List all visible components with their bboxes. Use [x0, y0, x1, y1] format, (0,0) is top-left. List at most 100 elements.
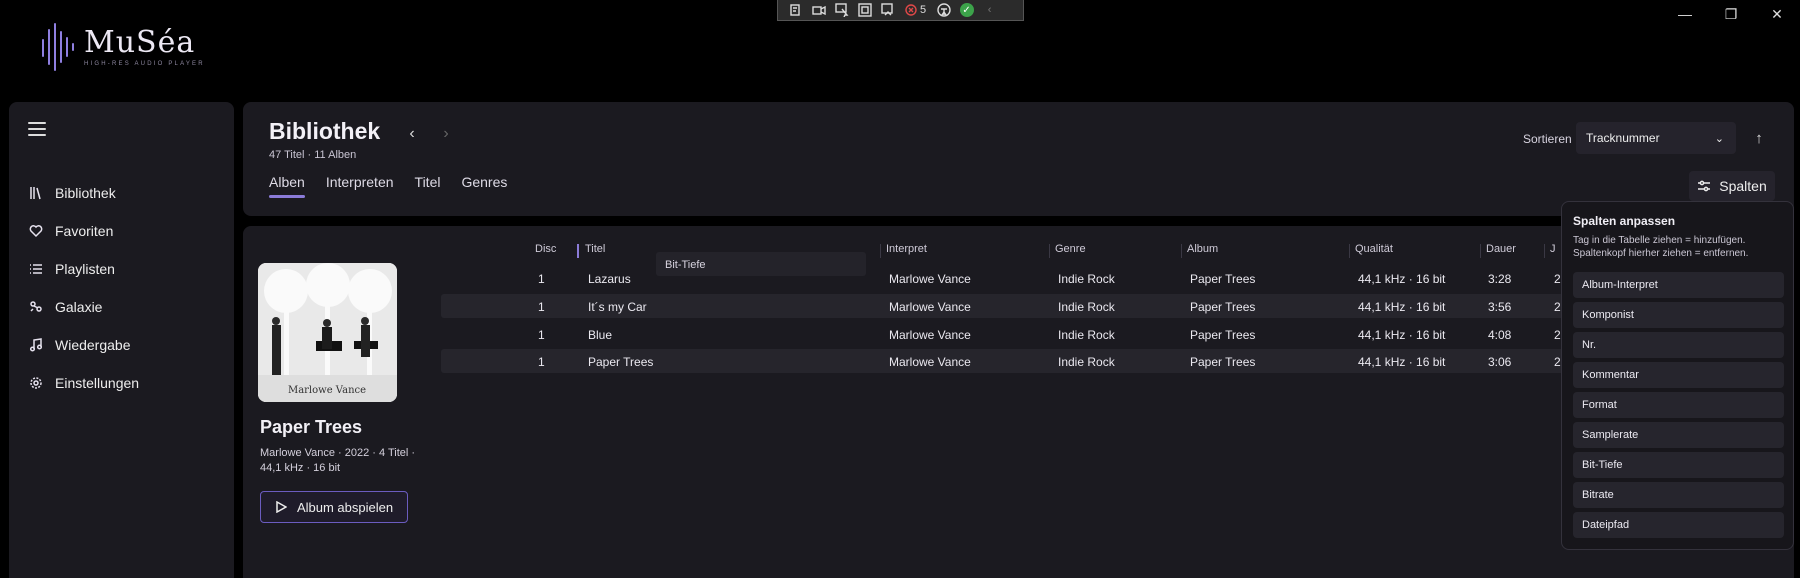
cell-artist: Marlowe Vance [889, 300, 971, 314]
cell-genre: Indie Rock [1058, 355, 1115, 369]
cell-title: Blue [588, 328, 613, 342]
column-chip[interactable]: Komponist [1573, 302, 1784, 328]
column-divider[interactable] [1480, 244, 1481, 258]
column-chip[interactable]: Dateipfad [1573, 512, 1784, 538]
library-tabs: Alben Interpreten Titel Genres [269, 174, 507, 198]
cell-year: 2 [1554, 272, 1561, 286]
live-tree-icon[interactable] [784, 1, 807, 20]
columns-button-label: Spalten [1719, 178, 1767, 194]
sort-dropdown[interactable]: Tracknummer ⌄ [1576, 122, 1736, 154]
flyout-heading: Spalten anpassen [1573, 214, 1676, 228]
accessibility-icon[interactable] [932, 1, 955, 20]
cell-year: 2 [1554, 300, 1561, 314]
column-divider[interactable] [1544, 244, 1545, 258]
video-icon[interactable] [807, 1, 830, 20]
sidebar-item-playlisten[interactable]: Playlisten [9, 250, 234, 288]
sidebar-item-favoriten[interactable]: Favoriten [9, 212, 234, 250]
columns-flyout: Spalten anpassen Tag in die Tabelle zieh… [1561, 201, 1794, 550]
album-cover-art: Marlowe Vance [258, 263, 397, 402]
column-chip[interactable]: Kommentar [1573, 362, 1784, 388]
back-arrow-icon[interactable]: ‹ [402, 124, 422, 144]
forward-arrow-icon[interactable]: › [436, 124, 456, 144]
column-chip[interactable]: Bit-Tiefe [1573, 452, 1784, 478]
list-icon [30, 264, 42, 274]
cell-album: Paper Trees [1190, 355, 1256, 369]
app-logo: MuSéa HIGH-RES AUDIO PLAYER [40, 22, 205, 72]
cell-quality: 44,1 kHz · 16 bit [1358, 272, 1446, 286]
debug-toolbar: 5 ✓ ‹ [777, 0, 1024, 21]
tab-titel[interactable]: Titel [415, 174, 441, 198]
cell-genre: Indie Rock [1058, 300, 1115, 314]
column-header-qualitaet[interactable]: Qualität [1355, 243, 1393, 255]
window-controls: — ❐ ✕ [1662, 0, 1800, 28]
tab-genres[interactable]: Genres [461, 174, 507, 198]
column-divider[interactable] [1049, 244, 1050, 258]
select-element-icon[interactable] [830, 1, 853, 20]
library-header: Bibliothek ‹ › 47 Titel · 11 Alben Alben… [243, 102, 1794, 216]
collapse-toolbar-icon[interactable]: ‹ [978, 1, 1001, 20]
column-divider[interactable] [1349, 244, 1350, 258]
column-drag-ghost[interactable]: Bit-Tiefe [656, 252, 866, 276]
chevron-down-icon: ⌄ [1714, 132, 1724, 145]
binding-failures-icon[interactable] [899, 1, 922, 20]
column-chip[interactable]: Bitrate [1573, 482, 1784, 508]
column-header-titel[interactable]: Titel [585, 243, 605, 255]
restore-icon[interactable]: ❐ [1708, 0, 1754, 28]
column-divider[interactable] [1181, 244, 1182, 258]
cover-caption: Marlowe Vance [288, 385, 366, 396]
waveform-logo-icon [42, 23, 74, 71]
cell-genre: Indie Rock [1058, 272, 1115, 286]
column-chip[interactable]: Format [1573, 392, 1784, 418]
galaxy-icon [30, 301, 42, 312]
heart-icon [29, 225, 43, 238]
hot-reload-ok-icon[interactable]: ✓ [955, 1, 978, 20]
column-header-disc[interactable]: Disc [535, 243, 556, 255]
cell-year: 2 [1554, 355, 1561, 369]
cell-disc: 1 [538, 355, 545, 369]
column-chip[interactable]: Nr. [1573, 332, 1784, 358]
tab-alben[interactable]: Alben [269, 174, 305, 198]
sidebar-item-label: Einstellungen [55, 375, 140, 391]
album-cover[interactable]: Marlowe Vance [258, 263, 397, 402]
cell-quality: 44,1 kHz · 16 bit [1358, 328, 1446, 342]
sidebar-item-galaxie[interactable]: Galaxie [9, 288, 234, 326]
cell-artist: Marlowe Vance [889, 328, 971, 342]
column-chip[interactable]: Album-Interpret [1573, 272, 1784, 298]
layout-adorners-icon[interactable] [853, 1, 876, 20]
cell-duration: 3:28 [1488, 272, 1512, 286]
available-columns-list: Album-Interpret Komponist Nr. Kommentar … [1573, 272, 1784, 542]
sidebar-item-wiedergabe[interactable]: Wiedergabe [9, 326, 234, 364]
column-drop-indicator [577, 244, 579, 258]
sort-direction-icon[interactable]: ↑ [1748, 127, 1770, 149]
tab-interpreten[interactable]: Interpreten [326, 174, 394, 198]
column-header-interpret[interactable]: Interpret [886, 243, 927, 255]
library-icon [30, 187, 41, 200]
cell-album: Paper Trees [1190, 328, 1256, 342]
cell-duration: 3:56 [1488, 300, 1512, 314]
column-divider[interactable] [880, 244, 881, 258]
sidebar-item-label: Galaxie [55, 299, 103, 315]
sidebar-item-einstellungen[interactable]: Einstellungen [9, 364, 234, 402]
column-header-jahr[interactable]: J [1550, 243, 1556, 255]
column-header-genre[interactable]: Genre [1055, 243, 1086, 255]
hamburger-menu-icon[interactable] [28, 122, 46, 136]
minimize-icon[interactable]: — [1662, 0, 1708, 28]
column-header-album[interactable]: Album [1187, 243, 1218, 255]
column-chip[interactable]: Samplerate [1573, 422, 1784, 448]
column-header-dauer[interactable]: Dauer [1486, 243, 1516, 255]
play-album-label: Album abspielen [296, 499, 394, 515]
cell-disc: 1 [538, 300, 545, 314]
sidebar: Bibliothek Favoriten Playlisten Galaxie … [9, 102, 234, 578]
flyout-description: Tag in die Tabelle ziehen = hinzufügen. … [1573, 235, 1749, 259]
cell-genre: Indie Rock [1058, 328, 1115, 342]
sidebar-item-bibliothek[interactable]: Bibliothek [9, 174, 234, 212]
columns-button[interactable]: Spalten [1689, 171, 1775, 201]
cell-artist: Marlowe Vance [889, 355, 971, 369]
close-icon[interactable]: ✕ [1754, 0, 1800, 28]
album-meta: Marlowe Vance · 2022 · 4 Titel · 44,1 kH… [260, 447, 416, 474]
cell-title: Lazarus [588, 272, 631, 286]
play-album-button[interactable]: Album abspielen [260, 491, 408, 523]
sidebar-item-label: Wiedergabe [55, 337, 131, 353]
music-note-icon [29, 338, 43, 352]
track-focus-icon[interactable] [876, 1, 899, 20]
